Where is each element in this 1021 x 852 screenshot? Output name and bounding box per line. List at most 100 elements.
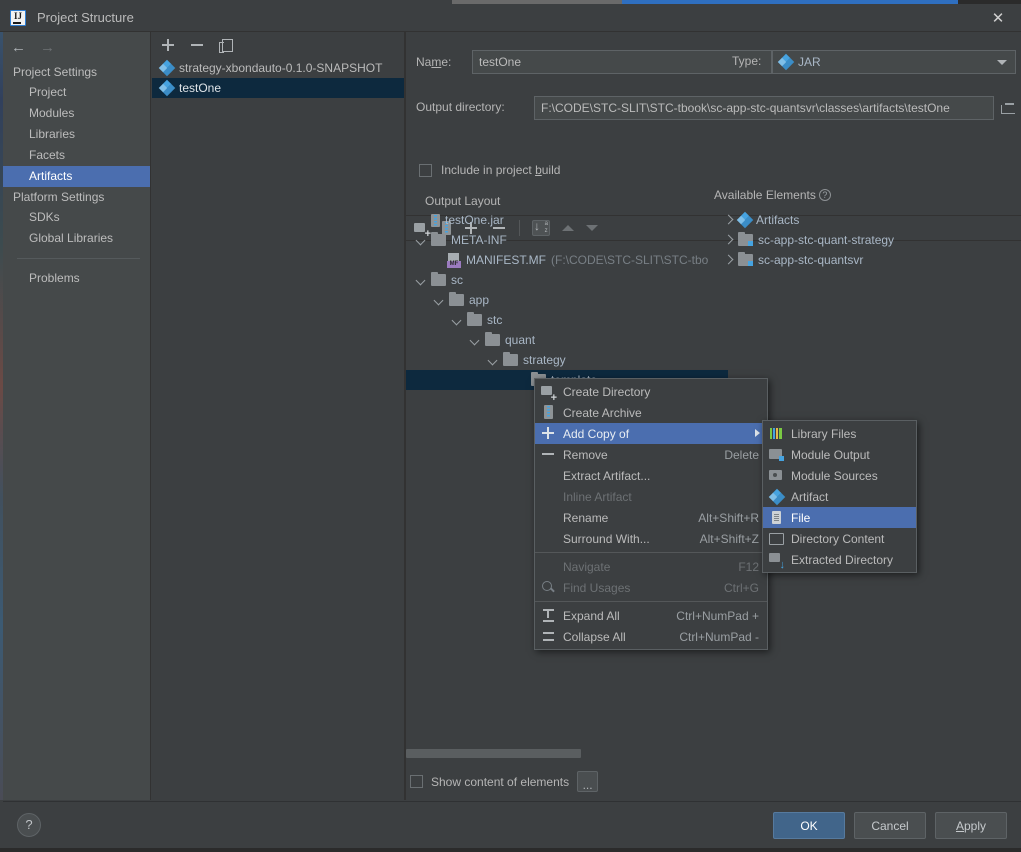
sidebar-item-artifacts[interactable]: Artifacts — [3, 166, 150, 187]
menu-item-label: Remove — [563, 447, 608, 462]
blank-icon — [541, 510, 556, 525]
sidebar-item-project[interactable]: Project — [3, 82, 150, 103]
submenu-item-directory-content[interactable]: Directory Content — [763, 528, 916, 549]
artifact-diamond-icon — [777, 53, 794, 71]
menu-item-shortcut: F12 — [738, 559, 759, 574]
menu-item-add-copy-of[interactable]: Add Copy of — [535, 423, 767, 444]
plus-icon[interactable] — [160, 37, 176, 53]
menu-item-expand-all[interactable]: Expand All Ctrl+NumPad + — [535, 605, 767, 626]
submenu-item-library-files[interactable]: Library Files — [763, 423, 916, 444]
library-files-icon — [769, 426, 784, 441]
include-in-build-label: Include in project build — [441, 163, 561, 177]
submenu-item-file[interactable]: File — [763, 507, 916, 528]
folder-icon — [431, 272, 446, 286]
output-directory-input[interactable] — [534, 96, 994, 120]
menu-item-surround-with[interactable]: Surround With... Alt+Shift+Z — [535, 528, 767, 549]
chevron-right-icon[interactable] — [723, 215, 733, 225]
tree-node[interactable]: testOne.jar — [406, 210, 711, 230]
menu-item-rename[interactable]: Rename Alt+Shift+R — [535, 507, 767, 528]
tree-node[interactable]: quant — [406, 330, 711, 350]
include-in-build-row[interactable]: Include in project build — [419, 163, 560, 177]
folder-icon — [431, 232, 446, 246]
apply-button[interactable]: Apply — [935, 812, 1007, 839]
jar-icon — [431, 213, 440, 227]
tree-node[interactable]: stc — [406, 310, 711, 330]
tree-node[interactable]: META-INF — [406, 230, 711, 250]
help-button[interactable]: ? — [17, 813, 41, 837]
question-mark-icon[interactable]: ? — [818, 189, 831, 201]
minus-icon[interactable] — [189, 37, 205, 53]
output-directory-label: Output directory: — [416, 100, 505, 114]
submenu-item-module-output[interactable]: Module Output — [763, 444, 916, 465]
module-output-icon — [769, 447, 784, 462]
sidebar-item-libraries[interactable]: Libraries — [3, 124, 150, 145]
folder-icon — [449, 292, 464, 306]
chevron-down-icon[interactable] — [470, 335, 480, 345]
type-select[interactable]: JAR — [772, 50, 1016, 74]
submenu-item-extracted-directory[interactable]: Extracted Directory — [763, 549, 916, 570]
sidebar-item-sdks[interactable]: SDKs — [3, 207, 150, 228]
chevron-right-icon[interactable] — [723, 255, 733, 265]
tree-node[interactable]: strategy — [406, 350, 711, 370]
chevron-down-icon[interactable] — [452, 315, 462, 325]
sidebar-item-facets[interactable]: Facets — [3, 145, 150, 166]
tree-node[interactable]: sc-app-stc-quantsvr — [718, 250, 1018, 270]
module-sources-icon — [769, 468, 784, 483]
sidebar-item-problems[interactable]: Problems — [3, 268, 150, 289]
tree-node[interactable]: app — [406, 290, 711, 310]
menu-item-shortcut: Alt+Shift+R — [698, 510, 759, 525]
horizontal-scrollbar[interactable] — [406, 749, 581, 758]
type-select-value: JAR — [798, 55, 821, 69]
available-elements-label: Available Elements — [714, 188, 816, 202]
menu-item-create-directory[interactable]: Create Directory — [535, 381, 767, 403]
chevron-down-icon[interactable] — [488, 355, 498, 365]
menu-item-label: Add Copy of — [563, 426, 630, 441]
tree-node[interactable]: sc — [406, 270, 711, 290]
tree-node[interactable]: Artifacts — [718, 210, 1018, 230]
tree-node[interactable]: MANIFEST.MF (F:\CODE\STC-SLIT\STC-tbo — [406, 250, 711, 270]
list-item[interactable]: strategy-xbondauto-0.1.0-SNAPSHOT — [152, 58, 404, 78]
menu-item-remove[interactable]: Remove Delete — [535, 444, 767, 465]
copy-icon[interactable] — [218, 37, 234, 53]
include-in-build-checkbox[interactable] — [419, 163, 432, 177]
arrow-left-icon[interactable]: ← — [11, 40, 26, 55]
menu-item-create-archive[interactable]: Create Archive — [535, 402, 767, 423]
menu-item-extract-artifact[interactable]: Extract Artifact... — [535, 465, 767, 486]
tree-node-label: sc-app-stc-quant-strategy — [758, 233, 895, 247]
name-input[interactable] — [472, 50, 772, 74]
tree-node[interactable]: sc-app-stc-quant-strategy — [718, 230, 1018, 250]
file-icon — [769, 510, 784, 525]
submenu-item-module-sources[interactable]: Module Sources — [763, 465, 916, 486]
sidebar-item-modules[interactable]: Modules — [3, 103, 150, 124]
sidebar-group-project-settings: Project Settings — [13, 65, 98, 79]
folder-open-icon[interactable] — [997, 97, 1019, 119]
more-options-button[interactable]: ... — [577, 771, 599, 792]
chevron-down-icon[interactable] — [434, 295, 444, 305]
show-content-checkbox[interactable] — [410, 775, 423, 788]
menu-item-shortcut: Alt+Shift+Z — [699, 531, 759, 546]
sidebar-item-global-libraries[interactable]: Global Libraries — [3, 228, 150, 249]
ok-button[interactable]: OK — [773, 812, 845, 839]
menu-item-label: Create Archive — [563, 405, 642, 420]
manifest-icon — [447, 253, 461, 268]
arrow-right-icon[interactable]: → — [40, 40, 55, 55]
list-item[interactable]: testOne — [152, 78, 404, 98]
chevron-down-icon[interactable] — [416, 235, 426, 245]
menu-item-label: Rename — [563, 510, 609, 525]
menu-item-collapse-all[interactable]: Collapse All Ctrl+NumPad - — [535, 626, 767, 647]
submenu-item-artifact[interactable]: Artifact — [763, 486, 916, 507]
chevron-right-icon[interactable] — [723, 235, 733, 245]
menu-item-navigate: Navigate F12 — [535, 556, 767, 577]
close-icon[interactable]: ✕ — [975, 4, 1021, 31]
list-item-label: testOne — [179, 81, 222, 95]
show-content-label: Show content of elements — [431, 774, 570, 789]
cancel-button[interactable]: Cancel — [854, 812, 926, 839]
settings-sidebar: ← → Project Settings Project Modules Lib… — [3, 32, 151, 800]
menu-item-inline-artifact: Inline Artifact — [535, 486, 767, 507]
available-elements-header: Available Elements ? — [714, 188, 831, 202]
list-item-label: strategy-xbondauto-0.1.0-SNAPSHOT — [179, 61, 383, 75]
minus-icon — [541, 447, 556, 462]
type-label: Type: — [732, 54, 762, 68]
sidebar-group-platform-settings: Platform Settings — [13, 190, 105, 204]
chevron-down-icon[interactable] — [416, 275, 426, 285]
